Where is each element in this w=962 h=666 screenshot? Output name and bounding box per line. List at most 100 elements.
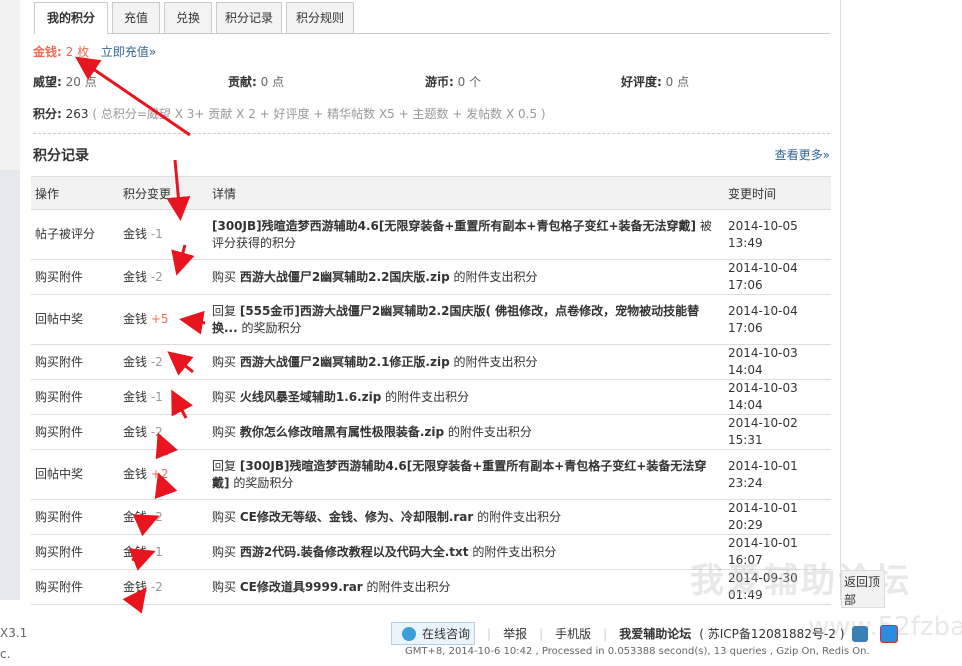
table-row: 购买附件 金钱 -2 购买 CE修改无等级、金钱、修为、冷却限制.rar 的附件支出… xyxy=(31,499,831,535)
row-change: 金钱 -2 xyxy=(119,569,208,605)
stat-value: 20 点 xyxy=(65,75,97,89)
row-detail-suffix: 的附件支出积分 xyxy=(468,544,557,559)
coin-label: 金钱: xyxy=(33,45,62,59)
table-row: 回帖中奖 金钱 +5 回复 [555金币]西游大战僵尸2幽冥辅助2.2国庆版( 佛祖… xyxy=(31,294,831,345)
table-row: 购买附件 金钱 -2 购买 西游大战僵尸2幽冥辅助2.2国庆版.zip 的附件支出积… xyxy=(31,259,831,295)
annotation-arrow xyxy=(75,56,191,137)
stat-label: 威望: xyxy=(33,75,62,89)
stat-prestige: 威望: 20 点 xyxy=(33,73,97,90)
site-link[interactable]: 我爱辅助论坛 xyxy=(619,625,691,642)
table-header-row: 操作 积分变更 详情 变更时间 xyxy=(31,176,831,210)
stat-label: 贡献: xyxy=(228,75,257,89)
row-detail-link[interactable]: 西游2代码.装备修改教程以及代码大全.txt xyxy=(240,545,469,559)
row-currency: 金钱 xyxy=(123,544,148,559)
row-action: 购买附件 xyxy=(31,499,119,535)
row-detail-link[interactable]: 火线风暴圣域辅助1.6.zip xyxy=(240,390,382,404)
mobile-link[interactable]: 手机版 xyxy=(555,625,591,642)
footer-left-c: c. xyxy=(0,647,11,661)
tab-points-log[interactable]: 积分记录 xyxy=(216,2,282,33)
sidebar-block xyxy=(0,170,20,600)
row-detail-prefix: 购买 xyxy=(212,544,240,559)
view-more-link[interactable]: 查看更多» xyxy=(775,146,830,163)
row-detail-link[interactable]: CE修改无等级、金钱、修为、冷却限制.rar xyxy=(240,510,474,524)
tab-points-rules[interactable]: 积分规则 xyxy=(286,2,354,33)
col-header-action: 操作 xyxy=(31,176,119,210)
row-detail-suffix: 的附件支出积分 xyxy=(381,389,470,404)
row-detail: 购买 火线风暴圣域辅助1.6.zip 的附件支出积分 xyxy=(208,379,724,415)
row-change: 金钱 -2 xyxy=(119,344,208,380)
row-action: 购买附件 xyxy=(31,379,119,415)
row-change-value: -2 xyxy=(150,509,163,524)
footer-sep: | xyxy=(487,626,492,641)
row-change-value: -2 xyxy=(150,579,163,594)
row-currency: 金钱 xyxy=(123,312,148,326)
chat-icon xyxy=(402,626,416,641)
row-detail-link[interactable]: 西游大战僵尸2幽冥辅助2.2国庆版.zip xyxy=(240,270,450,284)
row-currency: 金钱 xyxy=(123,227,148,241)
row-detail: 回复 [300JB]残暄造梦西游辅助4.6[无限穿装备+重置所有副本+青包格子变… xyxy=(208,449,724,500)
footer-version: X3.1 xyxy=(0,626,28,640)
row-currency: 金钱 xyxy=(123,579,148,594)
online-chat-button[interactable]: 在线咨询 xyxy=(391,622,476,645)
tab-bar: 我的积分 充值 兑换 积分记录 积分规则 xyxy=(34,0,830,34)
stat-rating: 好评度: 0 点 xyxy=(621,73,689,90)
row-detail-link[interactable]: CE修改道具9999.rar xyxy=(240,580,363,594)
row-change-value: -1 xyxy=(150,389,163,404)
row-time: 2014-10-04 17:06 xyxy=(724,294,831,345)
row-change: 金钱 -2 xyxy=(119,259,208,295)
row-detail-link[interactable]: 教你怎么修改暗黑有属性极限装备.zip xyxy=(240,425,444,439)
stat-value: 0 点 xyxy=(665,75,690,89)
row-detail: 购买 CE修改道具9999.rar 的附件支出积分 xyxy=(208,569,724,605)
stat-value: 0 点 xyxy=(260,75,285,89)
divider xyxy=(33,133,830,134)
total-points: 积分: 263 ( 总积分=威望 X 3+ 贡献 X 2 + 好评度 + 精华帖… xyxy=(33,105,546,122)
table-row: 购买附件 金钱 -2 购买 教你怎么修改暗黑有属性极限装备.zip 的附件支出积分 2… xyxy=(31,414,831,450)
row-detail-suffix: 的附件支出积分 xyxy=(473,509,562,524)
row-change-value: -2 xyxy=(150,354,163,369)
row-change: 金钱 -1 xyxy=(119,534,208,570)
row-detail: [300JB]残暄造梦西游辅助4.6[无限穿装备+重置所有副本+青包格子变红+装… xyxy=(208,209,724,260)
row-detail-link[interactable]: 西游大战僵尸2幽冥辅助2.1修正版.zip xyxy=(240,355,450,369)
row-change: 金钱 -2 xyxy=(119,414,208,450)
row-time: 2014-10-01 20:29 xyxy=(724,499,831,535)
row-detail-prefix: 购买 xyxy=(212,389,240,404)
recharge-link[interactable]: 立即充值» xyxy=(101,45,156,59)
row-detail-prefix: 购买 xyxy=(212,269,240,284)
total-points-value: 263 xyxy=(65,107,89,121)
shield-icon[interactable] xyxy=(852,625,869,642)
stat-value: 0 个 xyxy=(457,75,482,89)
tab-exchange[interactable]: 兑换 xyxy=(164,2,212,33)
row-change: 金钱 -1 xyxy=(119,379,208,415)
back-to-top-button[interactable]: 返回顶部 xyxy=(841,570,885,608)
row-time: 2014-10-03 14:04 xyxy=(724,344,831,380)
table-row: 帖子被评分 金钱 -1 [300JB]残暄造梦西游辅助4.6[无限穿装备+重置所有副… xyxy=(31,209,831,260)
row-action: 购买附件 xyxy=(31,534,119,570)
row-detail: 购买 CE修改无等级、金钱、修为、冷却限制.rar 的附件支出积分 xyxy=(208,499,724,535)
footer-info: GMT+8, 2014-10-6 10:42 , Processed in 0.… xyxy=(405,646,870,657)
row-detail-suffix: 的附件支出积分 xyxy=(449,354,538,369)
tab-recharge[interactable]: 充值 xyxy=(112,2,160,33)
stat-label: 游币: xyxy=(425,75,454,89)
cnzz-icon[interactable] xyxy=(880,624,899,643)
row-change: 金钱 +5 xyxy=(119,294,208,345)
row-detail-prefix: 回复 xyxy=(212,458,240,473)
col-header-time: 变更时间 xyxy=(724,176,831,210)
row-detail-suffix: 的奖励积分 xyxy=(237,320,302,335)
row-action: 帖子被评分 xyxy=(31,209,119,260)
row-detail-link[interactable]: [300JB]残暄造梦西游辅助4.6[无限穿装备+重置所有副本+青包格子变红+装… xyxy=(212,219,696,233)
row-time: 2014-10-03 14:04 xyxy=(724,379,831,415)
row-action: 购买附件 xyxy=(31,344,119,380)
table-row: 回帖中奖 金钱 +2 回复 [300JB]残暄造梦西游辅助4.6[无限穿装备+重置所… xyxy=(31,449,831,500)
row-change-value: -1 xyxy=(150,227,163,241)
row-action: 购买附件 xyxy=(31,569,119,605)
report-link[interactable]: 举报 xyxy=(503,625,527,642)
row-currency: 金钱 xyxy=(123,389,148,404)
row-currency: 金钱 xyxy=(123,354,148,369)
row-detail-prefix: 购买 xyxy=(212,424,240,439)
content-border xyxy=(840,0,841,600)
row-change: 金钱 -2 xyxy=(119,499,208,535)
row-detail-prefix: 购买 xyxy=(212,509,240,524)
tab-my-points[interactable]: 我的积分 xyxy=(34,2,108,34)
col-header-detail: 详情 xyxy=(208,176,724,210)
stat-contribution: 贡献: 0 点 xyxy=(228,73,284,90)
